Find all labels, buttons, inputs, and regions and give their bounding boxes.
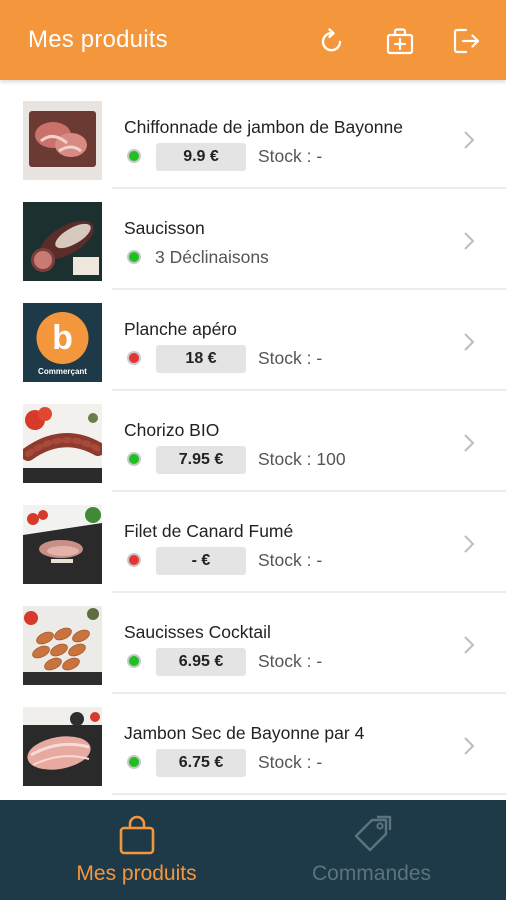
status-indicator bbox=[127, 452, 141, 466]
tab-label: Mes produits bbox=[76, 862, 197, 885]
app-header: Mes produits bbox=[0, 0, 506, 80]
product-name: Filet de Canard Fumé bbox=[124, 521, 294, 541]
status-indicator bbox=[127, 250, 141, 264]
price-badge: 6.75 € bbox=[156, 749, 246, 777]
page-title: Mes produits bbox=[28, 26, 168, 53]
refresh-button[interactable] bbox=[316, 25, 348, 57]
price-badge: 18 € bbox=[156, 345, 246, 373]
status-indicator bbox=[127, 351, 141, 365]
stock-label: Stock : - bbox=[258, 550, 323, 570]
chevron-right-icon bbox=[462, 735, 476, 757]
tab-commandes[interactable]: Commandes bbox=[245, 800, 498, 900]
product-list: Chiffonnade de jambon de Bayonne 9.9 € S… bbox=[0, 88, 506, 800]
product-row[interactable]: Saucisson 3 Déclinaisons bbox=[0, 189, 506, 290]
price-badge: - € bbox=[156, 547, 246, 575]
product-name: Jambon Sec de Bayonne par 4 bbox=[124, 723, 365, 743]
svg-text:Commerçant: Commerçant bbox=[38, 367, 87, 376]
svg-text:b: b bbox=[52, 319, 73, 357]
stock-label: Stock : 100 bbox=[258, 449, 346, 469]
product-thumbnail bbox=[23, 505, 102, 584]
price-badge: 7.95 € bbox=[156, 446, 246, 474]
shopping-bag-icon bbox=[115, 814, 159, 858]
product-name: Saucisson bbox=[124, 218, 205, 238]
product-name: Planche apéro bbox=[124, 319, 237, 339]
product-row[interactable]: Chiffonnade de jambon de Bayonne 9.9 € S… bbox=[0, 88, 506, 189]
stock-label: Stock : - bbox=[258, 651, 323, 671]
product-row[interactable]: Saucisses Cocktail 6.95 € Stock : - bbox=[0, 593, 506, 694]
product-row[interactable]: b Commerçant Planche apéro 18 € Stock : … bbox=[0, 290, 506, 391]
product-thumbnail bbox=[23, 606, 102, 685]
chevron-right-icon bbox=[462, 432, 476, 454]
add-product-button[interactable] bbox=[384, 25, 416, 57]
product-thumbnail bbox=[23, 202, 102, 281]
product-thumbnail bbox=[23, 101, 102, 180]
logout-icon bbox=[453, 28, 480, 54]
product-name: Chorizo BIO bbox=[124, 420, 220, 440]
row-divider bbox=[112, 793, 506, 795]
product-row[interactable]: Jambon Sec de Bayonne par 4 6.75 € Stock… bbox=[0, 694, 506, 795]
stock-label: Stock : - bbox=[258, 146, 323, 166]
variants-label: 3 Déclinaisons bbox=[155, 247, 269, 267]
chevron-right-icon bbox=[462, 634, 476, 656]
product-name: Saucisses Cocktail bbox=[124, 622, 271, 642]
chevron-right-icon bbox=[462, 533, 476, 555]
product-name: Chiffonnade de jambon de Bayonne bbox=[124, 117, 403, 137]
refresh-icon bbox=[321, 28, 342, 52]
product-row[interactable]: Filet de Canard Fumé - € Stock : - bbox=[0, 492, 506, 593]
add-product-icon bbox=[386, 28, 414, 55]
product-thumbnail bbox=[23, 404, 102, 483]
stock-label: Stock : - bbox=[258, 752, 323, 772]
chevron-right-icon bbox=[462, 230, 476, 252]
product-thumbnail bbox=[23, 707, 102, 786]
price-badge: 6.95 € bbox=[156, 648, 246, 676]
stock-label: Stock : - bbox=[258, 348, 323, 368]
bottom-navigation: Mes produits Commandes bbox=[0, 800, 506, 900]
status-indicator bbox=[127, 553, 141, 567]
tab-label: Commandes bbox=[311, 862, 432, 885]
price-badge: 9.9 € bbox=[156, 143, 246, 171]
commercant-logo: b Commerçant bbox=[23, 303, 102, 382]
logout-button[interactable] bbox=[450, 25, 482, 57]
status-indicator bbox=[127, 755, 141, 769]
chevron-right-icon bbox=[462, 129, 476, 151]
tags-icon bbox=[350, 814, 394, 858]
status-indicator bbox=[127, 654, 141, 668]
tab-mes-produits[interactable]: Mes produits bbox=[10, 800, 263, 900]
product-thumbnail: b Commerçant bbox=[23, 303, 102, 382]
chevron-right-icon bbox=[462, 331, 476, 353]
status-indicator bbox=[127, 149, 141, 163]
product-row[interactable]: Chorizo BIO 7.95 € Stock : 100 bbox=[0, 391, 506, 492]
